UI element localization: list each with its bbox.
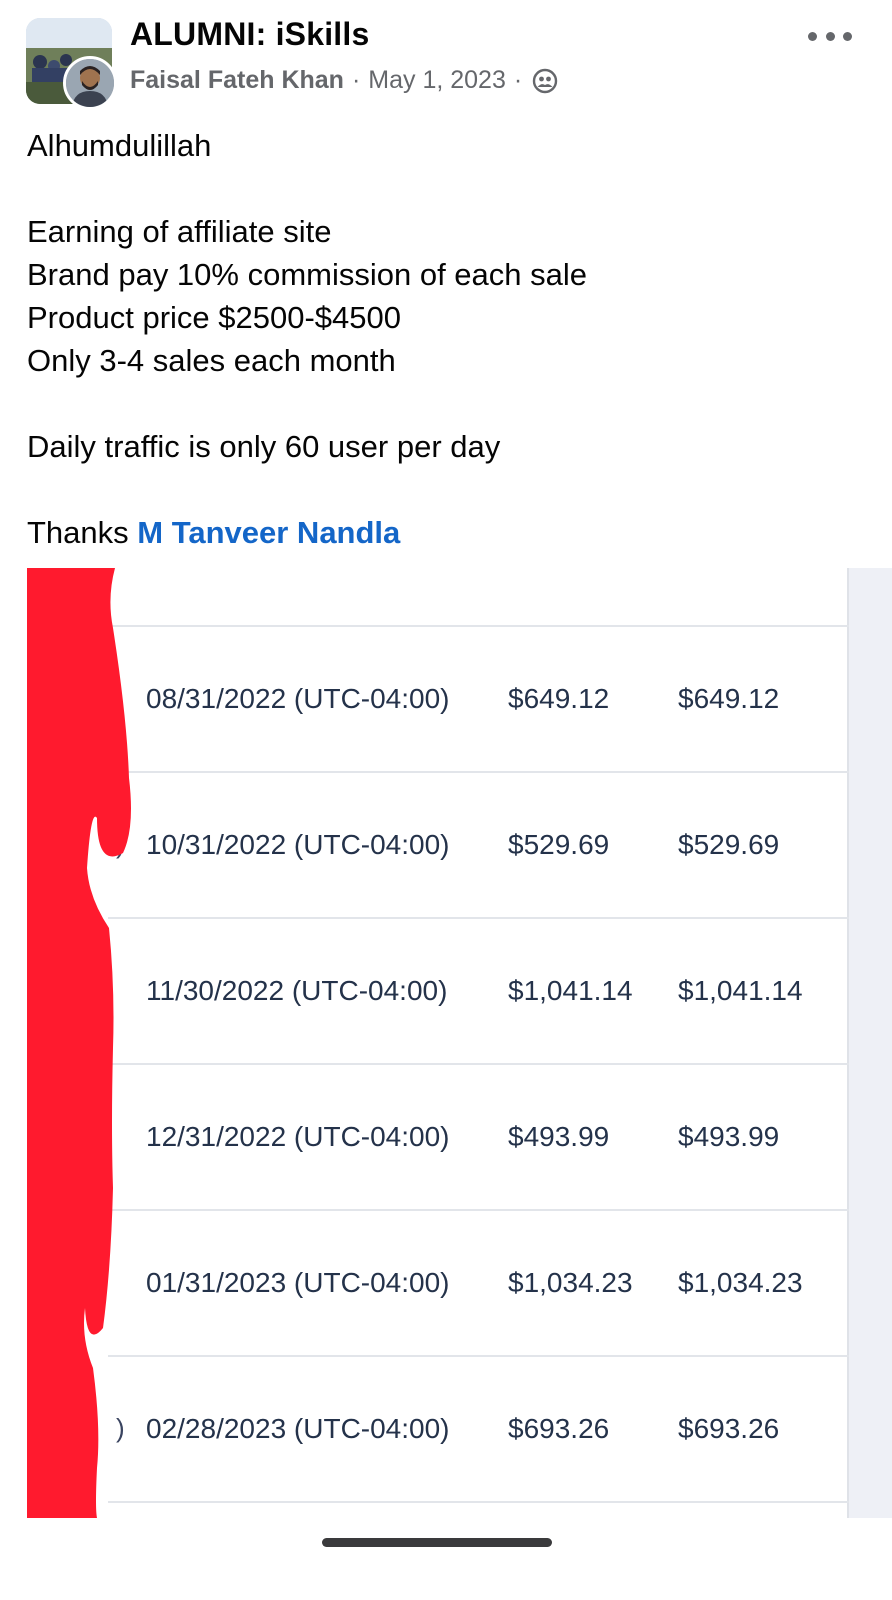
row-edge-text: 4 — [46, 975, 61, 1005]
table-row: 08/31/2022 (UTC-04:00) $649.12 $649.12 — [108, 625, 850, 771]
payout-amount: $1,041.14 — [508, 975, 633, 1006]
post-line — [27, 382, 587, 425]
thanks-line: Thanks M Tanveer Nandla — [27, 511, 587, 554]
post-meta: Faisal Fateh Khan · May 1, 2023 · — [130, 66, 558, 95]
post-line: Only 3-4 sales each month — [27, 343, 396, 378]
table-row: 01/31/2023 (UTC-04:00) $1,034.23 $1,034.… — [108, 1209, 850, 1355]
more-dots-icon — [808, 31, 817, 41]
avatar[interactable] — [63, 56, 117, 110]
post-line: Alhumdulillah — [27, 128, 212, 163]
more-options-button[interactable] — [808, 26, 852, 46]
meta-separator: · — [513, 66, 523, 94]
payout-total: $493.99 — [678, 1121, 780, 1152]
payout-date: 11/30/2022 (UTC-04:00) — [146, 975, 448, 1006]
group-name[interactable]: ALUMNI: iSkills — [130, 16, 369, 53]
payout-total: $693.26 — [678, 1413, 780, 1444]
table-row: ) 10/31/2022 (UTC-04:00) $529.69 $529.69 — [108, 771, 850, 917]
earnings-screenshot[interactable]: 08/31/2022 (UTC-04:00) $649.12 $649.12 )… — [27, 568, 892, 1518]
table-row — [108, 1501, 850, 1518]
post-date[interactable]: May 1, 2023 — [368, 66, 506, 95]
payout-date: 12/31/2022 (UTC-04:00) — [146, 1121, 450, 1152]
table-row: ) 02/28/2023 (UTC-04:00) $693.26 $693.26 — [108, 1355, 850, 1501]
payout-date: 02/28/2023 (UTC-04:00) — [146, 1413, 450, 1444]
row-edge-text: ) — [116, 1413, 125, 1443]
payout-date: 10/31/2022 (UTC-04:00) — [146, 829, 450, 860]
post-line: Brand pay 10% commission of each sale — [27, 257, 588, 292]
post-line — [27, 167, 587, 210]
payout-total: $1,034.23 — [678, 1267, 803, 1298]
more-dots-icon — [825, 31, 835, 41]
payout-amount: $493.99 — [508, 1121, 610, 1152]
meta-separator: · — [351, 66, 361, 94]
payout-amount: $529.69 — [508, 829, 610, 860]
payout-total: $649.12 — [678, 683, 780, 714]
post-line — [27, 468, 587, 511]
post-line: Daily traffic is only 60 user per day — [27, 429, 501, 464]
thanks-prefix: Thanks — [27, 515, 138, 550]
friends-privacy-icon — [532, 68, 558, 94]
post-line: Earning of affiliate site — [27, 214, 332, 249]
post-line: Product price $2500-$4500 — [27, 300, 401, 335]
home-indicator[interactable] — [322, 1538, 552, 1547]
avatar-group[interactable] — [26, 18, 117, 110]
payout-date: 01/31/2023 (UTC-04:00) — [146, 1267, 450, 1298]
more-dots-icon — [843, 31, 852, 41]
table-row: 12/31/2022 (UTC-04:00) $493.99 $493.99 — [108, 1063, 850, 1209]
table-row: 4 11/30/2022 (UTC-04:00) $1,041.14 $1,04… — [46, 917, 850, 1063]
post-body: Alhumdulillah Earning of affiliate site … — [27, 124, 587, 554]
bottom-bar — [0, 1518, 892, 1600]
payout-total: $529.69 — [678, 829, 780, 860]
payout-total: $1,041.14 — [678, 975, 803, 1006]
post-header: ALUMNI: iSkills Faisal Fateh Khan · May … — [0, 0, 892, 120]
payout-amount: $649.12 — [508, 683, 610, 714]
row-edge-text: ) — [116, 829, 125, 859]
author-name[interactable]: Faisal Fateh Khan — [130, 66, 344, 95]
image-right-margin — [849, 568, 892, 1518]
earnings-table: 08/31/2022 (UTC-04:00) $649.12 $649.12 )… — [37, 568, 850, 1518]
payout-amount: $693.26 — [508, 1413, 610, 1444]
mention-link[interactable]: M Tanveer Nandla — [137, 515, 400, 550]
payout-date: 08/31/2022 (UTC-04:00) — [146, 683, 450, 714]
payout-amount: $1,034.23 — [508, 1267, 633, 1298]
